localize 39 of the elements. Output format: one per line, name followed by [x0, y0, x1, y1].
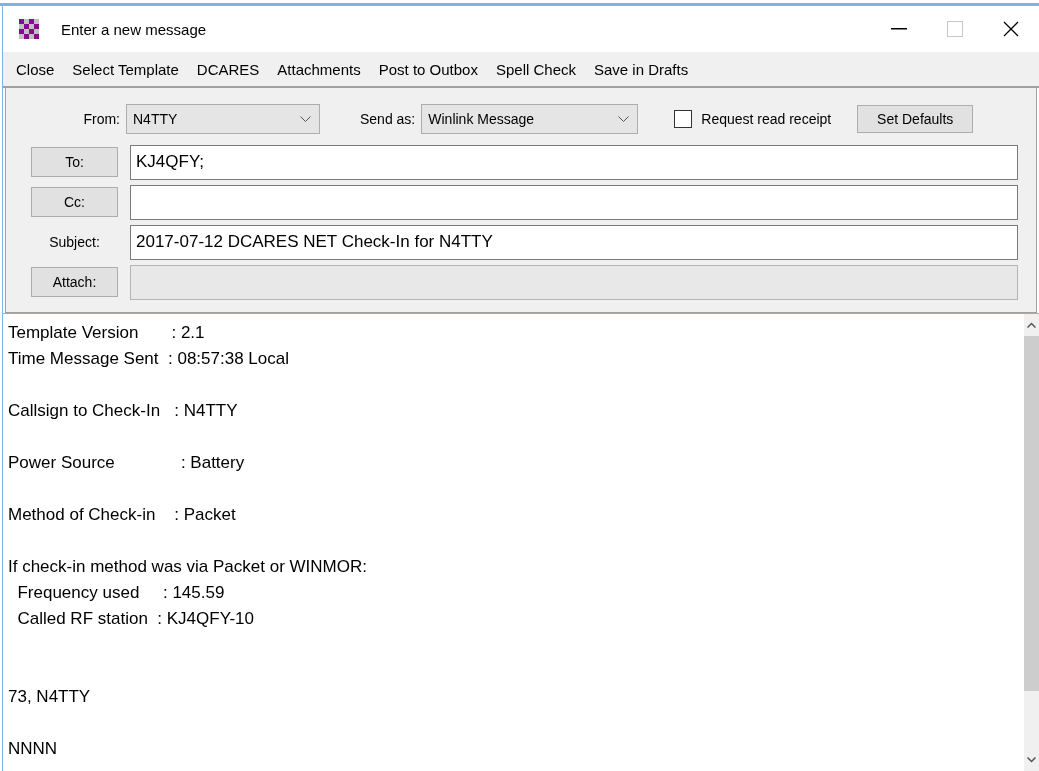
- address-button[interactable]: To:: [31, 147, 118, 177]
- chevron-icon: [300, 115, 311, 123]
- toolbar-item[interactable]: Select Template: [63, 56, 188, 82]
- send-as-dropdown[interactable]: Winlink Message: [421, 104, 639, 134]
- toolbar-item[interactable]: DCARES: [187, 56, 269, 82]
- body-text-line: Called RF station : KJ4QFY-10: [16, 609, 254, 628]
- toolbar-item[interactable]: Attachments: [268, 56, 370, 82]
- toolbar-item[interactable]: Post to Outbox: [369, 56, 487, 82]
- toolbar-item[interactable]: Save in Drafts: [585, 56, 698, 82]
- body-text-line: If check-in method was via Packet or WINMOR:: [8, 557, 367, 576]
- body-text-line: Frequency used : 145.59: [16, 583, 225, 602]
- toolbar-item[interactable]: Spell Check: [486, 56, 585, 82]
- from-dropdown[interactable]: N4TTY: [126, 104, 320, 134]
- body-text-line: Callsign to Check-In : N4TTY: [8, 401, 238, 420]
- chevron-icon: [618, 115, 630, 123]
- scroll-down-icon[interactable]: [1027, 757, 1036, 763]
- send-as-label: Send as:: [360, 111, 416, 127]
- app-icon: [19, 19, 39, 39]
- close-icon[interactable]: [1003, 21, 1019, 37]
- body-text-line: 73, N4TTY: [8, 687, 91, 706]
- address-button[interactable]: Cc:: [31, 187, 118, 217]
- input-field[interactable]: 2017-07-12 DCARES NET Check-In for N4TTY: [130, 224, 1018, 260]
- body-text-line: Template Version : 2.1: [8, 323, 205, 342]
- window-title: Enter a new message: [61, 20, 208, 38]
- body-text-line: NNNN: [8, 739, 58, 758]
- body-text-line: Method of Check-in : Packet: [8, 505, 236, 524]
- input-field[interactable]: KJ4QFY;: [130, 144, 1018, 180]
- subject-label: Subject:: [48, 234, 101, 250]
- scroll-up-icon[interactable]: [1027, 322, 1036, 328]
- body-text-line: Power Source : Battery: [8, 453, 245, 472]
- minimize-icon[interactable]: [891, 28, 907, 30]
- input-field[interactable]: [130, 184, 1018, 220]
- scrollbar[interactable]: [1024, 314, 1039, 771]
- set-defaults-button[interactable]: Set Defaults: [857, 105, 974, 133]
- read-receipt-label: Request read receipt: [701, 111, 832, 127]
- read-receipt-checkbox[interactable]: [674, 110, 693, 128]
- from-label: From:: [82, 111, 120, 127]
- body-text-line: Time Message Sent : 08:57:38 Local: [8, 349, 289, 368]
- toolbar-item[interactable]: Close: [7, 56, 64, 82]
